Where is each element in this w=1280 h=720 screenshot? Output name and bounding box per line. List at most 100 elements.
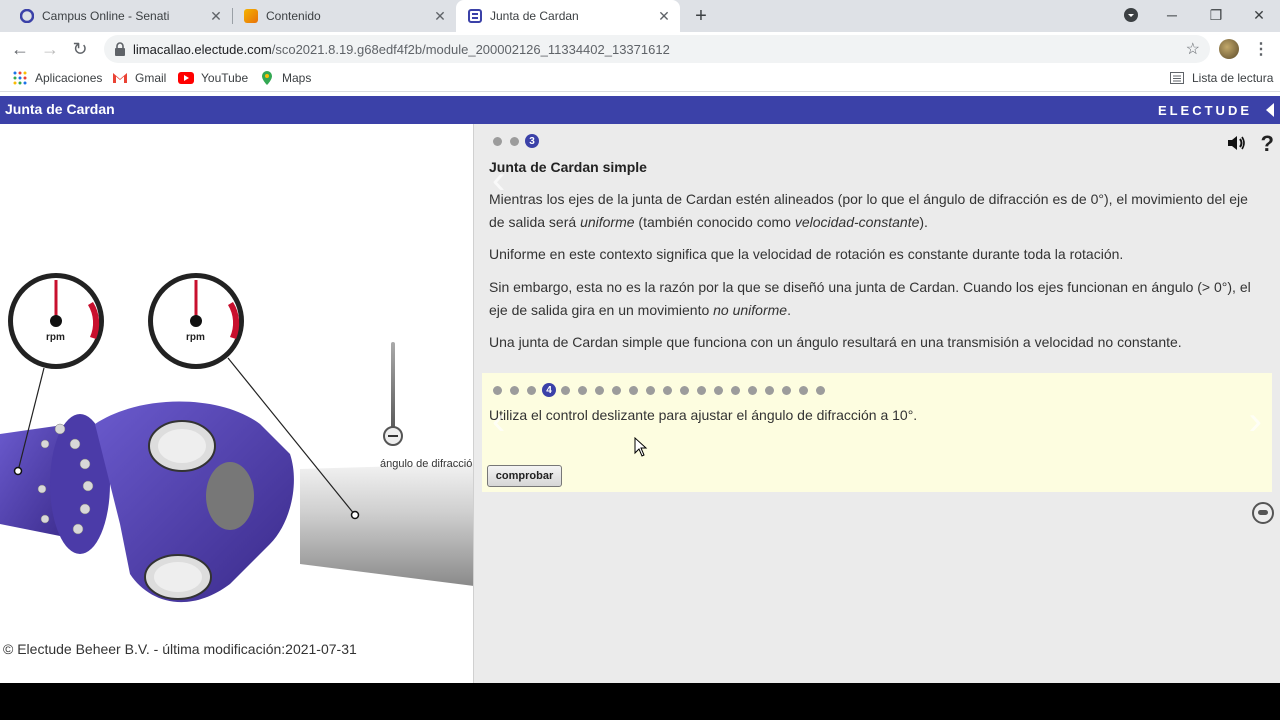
app-title: Junta de Cardan (5, 101, 115, 117)
youtube-icon (178, 71, 194, 85)
reading-list-label: Lista de lectura (1192, 71, 1274, 85)
bookmark-youtube[interactable]: YouTube (178, 71, 248, 85)
bookmark-label: Maps (282, 71, 312, 85)
next-task-arrow-icon[interactable]: › (1249, 399, 1262, 444)
progress-dot[interactable] (510, 136, 519, 146)
task-dot[interactable] (578, 385, 587, 395)
emphasis-text: no uniforme (713, 302, 788, 318)
task-dot[interactable] (612, 385, 621, 395)
tab-title: Contenido (266, 9, 321, 23)
task-dot[interactable] (663, 385, 672, 395)
output-rpm-gauge (148, 273, 244, 369)
close-tab-icon[interactable]: ✕ (430, 6, 450, 26)
lock-icon (115, 42, 125, 56)
mouse-cursor-icon (634, 437, 648, 457)
tab-junta-de-cardan[interactable]: Junta de Cardan ✕ (456, 0, 680, 32)
bookmark-label: Gmail (135, 71, 167, 85)
tab-title: Campus Online - Senati (42, 9, 170, 23)
paragraph-1: Mientras los ejes de la junta de Cardan … (489, 188, 1259, 234)
illustration-panel: rpm rpm ángulo de difracción © Electude … (0, 124, 474, 683)
tab-campus-online[interactable]: Campus Online - Senati ✕ (0, 0, 232, 32)
reload-icon[interactable]: ↻ (68, 37, 92, 61)
task-dot[interactable] (799, 385, 808, 395)
browser-menu-icon[interactable]: ⋮ (1253, 39, 1269, 59)
reading-list-icon (1170, 72, 1184, 84)
task-dot[interactable] (629, 385, 638, 395)
input-gauge-label: rpm (46, 332, 65, 343)
close-tab-icon[interactable]: ✕ (206, 6, 226, 26)
restore-icon[interactable]: ❐ (1194, 0, 1238, 30)
bookmarks-bar: Aplicaciones Gmail YouTube Maps Lista de… (0, 66, 1280, 92)
url-host: limacallao.electude.com (133, 42, 272, 57)
help-icon[interactable]: ? (1261, 131, 1274, 157)
minimize-icon[interactable]: ─ (1150, 0, 1194, 30)
prev-task-arrow-icon[interactable]: ‹ (492, 399, 505, 444)
bookmark-label: Aplicaciones (35, 71, 103, 85)
prev-page-arrow-icon[interactable]: ‹ (492, 158, 505, 203)
task-dot[interactable] (595, 385, 604, 395)
profile-avatar[interactable] (1219, 39, 1239, 59)
bookmark-gmail[interactable]: Gmail (112, 71, 166, 85)
task-dot[interactable] (680, 385, 689, 395)
tab-strip: Campus Online - Senati ✕ Contenido ✕ Jun… (0, 0, 1280, 32)
section-title: Junta de Cardan simple (489, 159, 647, 175)
task-dot[interactable] (561, 385, 570, 395)
profile-dropdown-icon[interactable] (1109, 0, 1153, 30)
task-dot[interactable] (816, 385, 825, 395)
task-dot[interactable] (646, 385, 655, 395)
task-dot[interactable] (510, 385, 519, 395)
paragraph-3: Sin embargo, esta no es la razón por la … (489, 276, 1259, 322)
page-progress: 3 (493, 134, 544, 148)
emphasis-text: velocidad-constante (794, 214, 920, 230)
cardan-joint-illustration (0, 273, 473, 603)
paragraph-text: (también conocido como (634, 214, 795, 230)
senati-favicon-icon (20, 9, 34, 23)
task-progress: 4 (493, 383, 833, 397)
angle-slider-handle[interactable] (383, 426, 403, 446)
bookmark-aplicaciones[interactable]: Aplicaciones (12, 71, 102, 85)
progress-dot-current: 3 (525, 134, 539, 148)
close-tab-icon[interactable]: ✕ (654, 6, 674, 26)
browser-window: Campus Online - Senati ✕ Contenido ✕ Jun… (0, 0, 1280, 683)
paragraph-text: . (787, 302, 791, 318)
task-dot[interactable] (731, 385, 740, 395)
speaker-icon[interactable] (1227, 134, 1247, 152)
content-panel: 3 ? Junta de Cardan simple Mientras los … (474, 124, 1280, 683)
electude-logo: ELECTUDE (1157, 103, 1252, 118)
forward-icon[interactable]: → (38, 37, 62, 61)
bookmark-maps[interactable]: Maps (259, 71, 311, 85)
input-rpm-gauge (8, 273, 104, 369)
progress-dot[interactable] (493, 136, 502, 146)
collapse-panel-icon[interactable] (1266, 103, 1274, 117)
angle-slider-track[interactable] (391, 342, 395, 434)
task-dot[interactable] (493, 385, 502, 395)
address-bar[interactable]: limacallao.electude.com/sco2021.8.19.g68… (104, 35, 1210, 63)
task-dot[interactable] (527, 385, 536, 395)
back-icon[interactable]: ← (8, 37, 32, 61)
contenido-favicon-icon (244, 9, 258, 23)
task-dot-current: 4 (542, 383, 556, 397)
output-gauge-label: rpm (186, 332, 205, 343)
apps-grid-icon (12, 71, 28, 85)
task-dot[interactable] (782, 385, 791, 395)
close-window-icon[interactable]: ✕ (1237, 0, 1280, 30)
emphasis-text: uniforme (580, 214, 635, 230)
bookmark-star-icon[interactable]: ☆ (1186, 39, 1200, 59)
new-tab-button[interactable]: + (690, 5, 712, 27)
task-dot[interactable] (748, 385, 757, 395)
electude-favicon-icon (468, 9, 482, 23)
gmail-icon (112, 71, 128, 85)
feedback-chat-icon[interactable] (1252, 502, 1274, 524)
angle-slider-label: ángulo de difracción (380, 458, 474, 470)
tab-contenido[interactable]: Contenido ✕ (224, 0, 456, 32)
bookmark-label: YouTube (201, 71, 249, 85)
task-dot[interactable] (765, 385, 774, 395)
check-button[interactable]: comprobar (487, 465, 562, 487)
task-dot[interactable] (697, 385, 706, 395)
task-dot[interactable] (714, 385, 723, 395)
url-path: /sco2021.8.19.g68edf4f2b/module_20000212… (271, 42, 670, 57)
paragraph-text: ). (919, 214, 928, 230)
copyright-footer: © Electude Beheer B.V. - última modifica… (3, 641, 357, 657)
reading-list-button[interactable]: Lista de lectura (1170, 71, 1273, 85)
task-box: 4 Utiliza el control deslizante para aju… (482, 373, 1272, 492)
